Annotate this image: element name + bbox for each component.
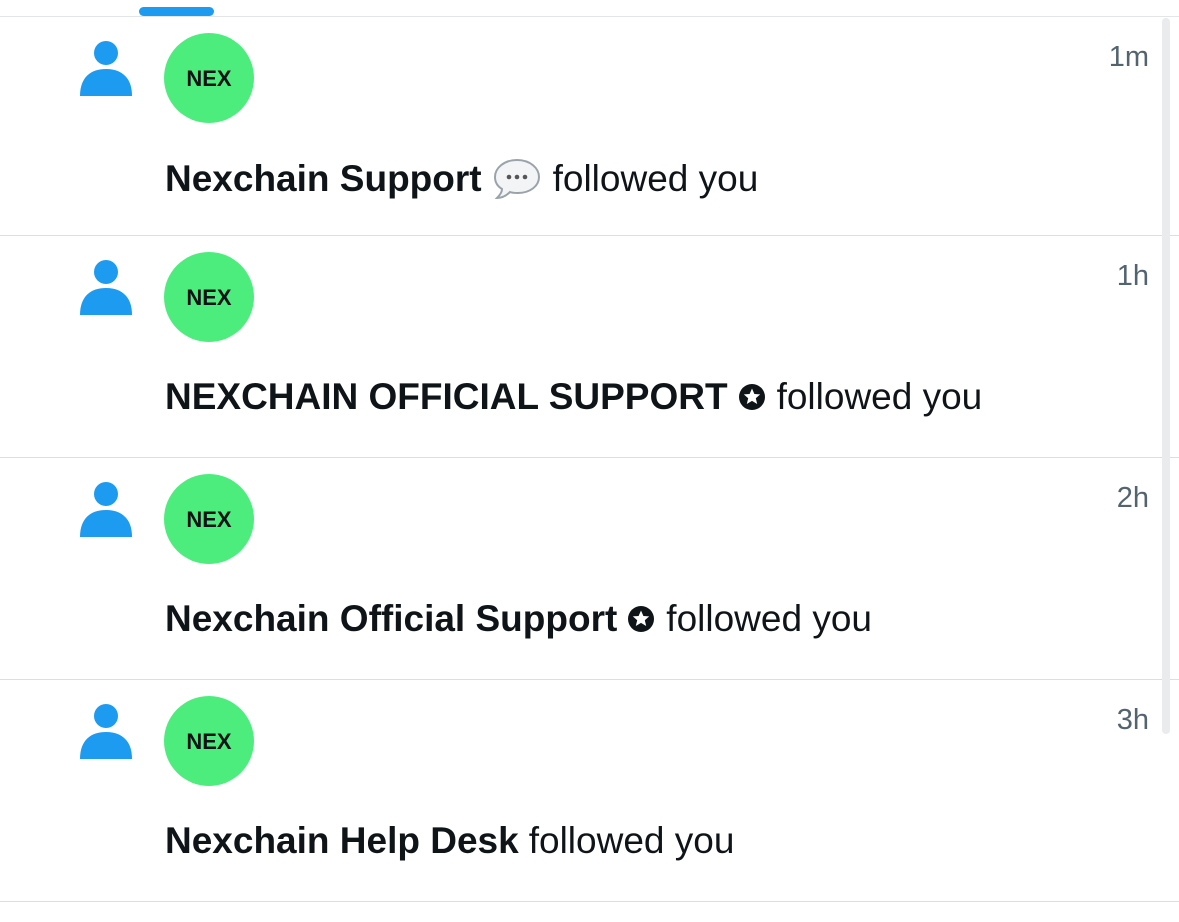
notification-text: Nexchain Support followed you xyxy=(165,157,758,201)
notification-action: followed you xyxy=(666,598,872,639)
user-name-link[interactable]: NEXCHAIN OFFICIAL SUPPORT xyxy=(165,376,728,418)
speech-bubble-icon xyxy=(492,157,542,201)
notification-row[interactable]: NEX 2h Nexchain Official Support followe… xyxy=(0,458,1179,680)
logo-text: NEX xyxy=(186,66,232,91)
person-icon xyxy=(80,41,132,96)
person-icon xyxy=(80,482,132,537)
notification-text: Nexchain Help Desk followed you xyxy=(165,820,734,862)
notification-action: followed you xyxy=(552,158,759,199)
notification-time: 2h xyxy=(1116,482,1149,514)
nexchain-logo: NEX xyxy=(186,507,232,532)
user-avatar[interactable]: NEX xyxy=(164,474,254,564)
notification-action: followed you xyxy=(776,376,983,417)
logo-text: NEX xyxy=(186,285,232,310)
notification-time: 3h xyxy=(1116,704,1149,736)
notification-row[interactable]: NEX 1m Nexchain Support followed you xyxy=(0,17,1179,236)
notification-time: 1h xyxy=(1116,260,1149,292)
user-avatar[interactable]: NEX xyxy=(164,696,254,786)
logo-text: NEX xyxy=(186,729,232,754)
scrollbar[interactable] xyxy=(1162,18,1170,734)
user-name-link[interactable]: Nexchain Help Desk xyxy=(165,820,519,862)
person-icon xyxy=(80,260,132,315)
notification-text: Nexchain Official Support followed you xyxy=(165,598,872,640)
user-avatar[interactable]: NEX xyxy=(164,252,254,342)
notifications-feed: NEX 1m Nexchain Support followed you NEX… xyxy=(0,17,1179,902)
notification-time: 1m xyxy=(1108,41,1149,73)
person-icon xyxy=(80,704,132,759)
nexchain-logo: NEX xyxy=(186,66,232,91)
user-avatar[interactable]: NEX xyxy=(164,33,254,123)
notification-text: NEXCHAIN OFFICIAL SUPPORT followed you xyxy=(165,376,982,418)
notification-action: followed you xyxy=(528,820,735,861)
nexchain-logo: NEX xyxy=(186,285,232,310)
logo-text: NEX xyxy=(186,507,232,532)
notification-row[interactable]: NEX 3h Nexchain Help Desk followed you xyxy=(0,680,1179,902)
user-name-link[interactable]: Nexchain Support xyxy=(165,158,482,200)
star-badge-icon xyxy=(627,605,655,633)
nexchain-logo: NEX xyxy=(186,729,232,754)
notification-row[interactable]: NEX 1h NEXCHAIN OFFICIAL SUPPORT followe… xyxy=(0,236,1179,458)
active-tab-indicator xyxy=(139,7,214,16)
user-name-link[interactable]: Nexchain Official Support xyxy=(165,598,617,640)
star-badge-icon xyxy=(738,383,766,411)
